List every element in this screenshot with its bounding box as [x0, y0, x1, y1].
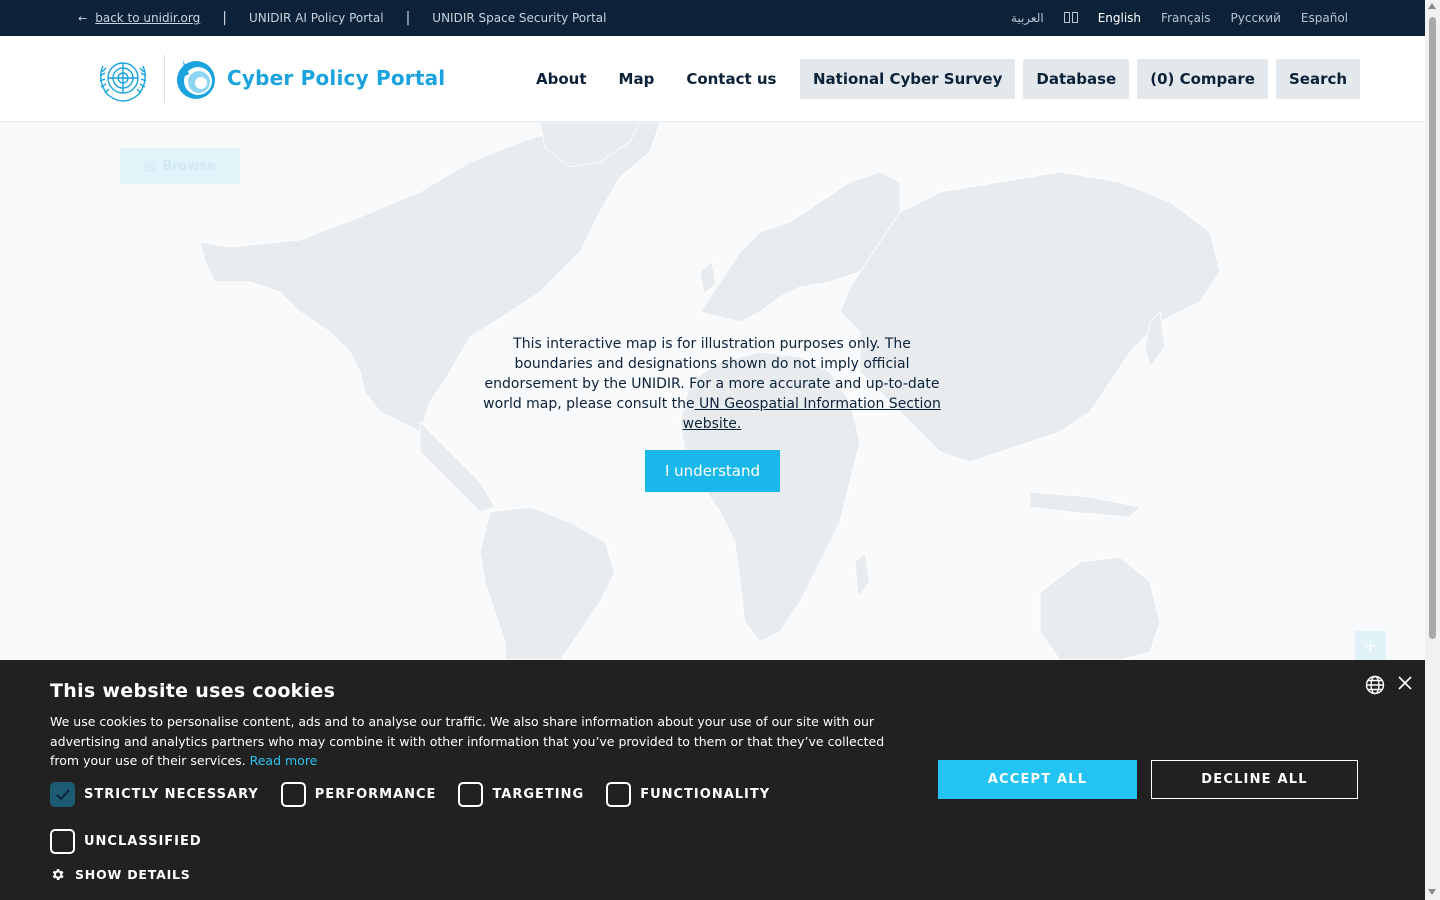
zoom-in-button[interactable]: +: [1355, 631, 1386, 660]
checkbox-box[interactable]: [606, 782, 632, 807]
functionality-checkbox[interactable]: FUNCTIONALITY: [606, 782, 770, 807]
gear-icon: [52, 869, 64, 880]
targeting-checkbox[interactable]: TARGETING: [458, 782, 584, 807]
checkbox-label: TARGETING: [492, 787, 585, 802]
lang-english[interactable]: English: [1098, 11, 1141, 25]
ai-policy-portal-link[interactable]: UNIDIR AI Policy Portal: [249, 11, 384, 25]
uk: [699, 261, 717, 295]
language-switcher: العربية English Français Русский Español: [1011, 0, 1348, 36]
back-to-unidir-link[interactable]: back to unidir.org: [95, 11, 200, 25]
space-security-portal-link[interactable]: UNIDIR Space Security Portal: [432, 11, 606, 25]
checkbox-box[interactable]: [50, 782, 75, 807]
cookie-categories-row2: UNCLASSIFIED: [50, 829, 224, 854]
un-geospatial-link[interactable]: UN Geospatial Information Section websit…: [683, 396, 941, 432]
lang-russian[interactable]: Русский: [1231, 11, 1281, 25]
missing-glyph-icon: [1063, 12, 1070, 23]
page-scrollbar[interactable]: [1425, 0, 1440, 900]
scroll-down-arrow-icon[interactable]: [1428, 889, 1436, 895]
map-disclaimer: This interactive map is for illustration…: [480, 334, 944, 434]
national-cyber-survey-button[interactable]: National Cyber Survey: [800, 59, 1016, 99]
browse-button[interactable]: ▤ Browse: [120, 148, 240, 184]
strictly-necessary-checkbox[interactable]: STRICTLY NECESSARY: [50, 782, 259, 807]
lang-arabic[interactable]: العربية: [1011, 11, 1044, 25]
list-icon: ▤: [143, 158, 157, 174]
checkbox-box[interactable]: [280, 782, 306, 807]
nav-map[interactable]: Map: [619, 70, 655, 88]
site-title[interactable]: Cyber Policy Portal: [227, 66, 445, 90]
compare-button[interactable]: (0) Compare: [1137, 59, 1268, 99]
checkmark-icon: [55, 788, 70, 800]
central-america: [419, 421, 496, 513]
cookie-categories: STRICTLY NECESSARY PERFORMANCE TARGETING…: [50, 782, 792, 807]
cookie-title: This website uses cookies: [50, 680, 336, 702]
back-arrow-icon: ←: [78, 11, 88, 25]
checkbox-label: STRICTLY NECESSARY: [84, 787, 259, 802]
cookie-description: We use cookies to personalise content, a…: [50, 712, 900, 771]
lang-chinese[interactable]: [1063, 12, 1078, 24]
main-nav: About Map Contact us: [536, 70, 777, 88]
un-emblem-icon[interactable]: [93, 54, 153, 104]
logo-divider: [164, 55, 165, 103]
i-understand-button[interactable]: I understand: [645, 450, 780, 492]
checkbox-box[interactable]: [458, 782, 484, 807]
nav-contact[interactable]: Contact us: [686, 70, 776, 88]
cyber-portal-logo-icon[interactable]: [175, 56, 217, 102]
top-bar-links: ← back to unidir.org | UNIDIR AI Policy …: [0, 10, 606, 26]
checkbox-box[interactable]: [50, 829, 75, 854]
world-map[interactable]: ▤ Browse This interactive map is for ill…: [0, 122, 1425, 660]
top-bar: ← back to unidir.org | UNIDIR AI Policy …: [0, 0, 1425, 36]
show-details-toggle[interactable]: SHOW DETAILS: [50, 867, 191, 882]
continent-australia: [1039, 556, 1161, 660]
site-header: Cyber Policy Portal About Map Contact us…: [0, 36, 1425, 122]
scroll-thumb[interactable]: [1429, 17, 1436, 639]
search-button[interactable]: Search: [1275, 59, 1361, 99]
missing-glyph-icon: [1071, 12, 1078, 23]
checkbox-label: UNCLASSIFIED: [84, 834, 202, 849]
show-details-label: SHOW DETAILS: [75, 867, 191, 882]
cookie-text: We use cookies to personalise content, a…: [50, 714, 885, 768]
unclassified-checkbox[interactable]: UNCLASSIFIED: [50, 829, 202, 854]
close-icon[interactable]: [1397, 675, 1413, 691]
accept-all-button[interactable]: ACCEPT ALL: [938, 760, 1137, 799]
browse-label: Browse: [162, 158, 217, 174]
separator: |: [405, 10, 411, 26]
lang-french[interactable]: Français: [1161, 11, 1210, 25]
cookie-banner: This website uses cookies We use cookies…: [0, 660, 1425, 900]
globe-icon[interactable]: [1365, 675, 1385, 695]
decline-all-button[interactable]: DECLINE ALL: [1151, 760, 1358, 799]
lang-spanish[interactable]: Español: [1301, 11, 1348, 25]
database-button[interactable]: Database: [1023, 59, 1130, 99]
indonesia: [1029, 491, 1141, 518]
checkbox-label: FUNCTIONALITY: [640, 787, 771, 802]
madagascar: [854, 551, 871, 599]
checkbox-label: PERFORMANCE: [314, 787, 437, 802]
scroll-up-arrow-icon[interactable]: [1428, 3, 1436, 9]
performance-checkbox[interactable]: PERFORMANCE: [280, 782, 437, 807]
nav-about[interactable]: About: [536, 70, 587, 88]
separator: |: [222, 10, 227, 26]
read-more-link[interactable]: Read more: [250, 753, 318, 768]
header-buttons: National Cyber Survey Database (0) Compa…: [800, 59, 1361, 99]
continent-south-america: [479, 506, 616, 660]
